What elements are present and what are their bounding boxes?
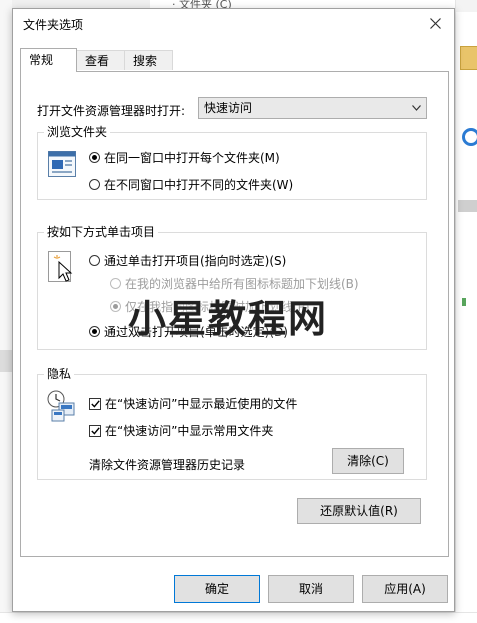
click-option-single-label: 通过单击打开项目(指向时选定)(S) [104,254,287,268]
radio-underline-point[interactable] [110,301,121,312]
tab-general[interactable]: 常规 [20,48,77,72]
dialog-title: 文件夹选项 [23,18,84,32]
title-bar: 文件夹选项 [13,9,454,39]
radio-double-click[interactable] [89,326,100,337]
check-icon [90,399,100,408]
click-option-single[interactable]: 通过单击打开项目(指向时选定)(S) [89,252,286,269]
browse-option-same-window[interactable]: 在同一窗口中打开每个文件夹(M) [89,149,280,166]
cancel-button[interactable]: 取消 [268,575,354,603]
tab-view[interactable]: 查看 [76,50,125,70]
open-explorer-label: 打开文件资源管理器时打开: [37,104,186,118]
open-explorer-value: 快速访问 [204,101,253,115]
apply-button[interactable]: 应用(A) [362,575,448,603]
close-icon [429,17,441,29]
folder-icon [460,46,477,70]
ring-icon [462,128,477,146]
privacy-check-recent-files[interactable]: 在“快速访问”中显示最近使用的文件 [89,395,297,412]
tab-search[interactable]: 搜索 [124,50,173,70]
background-left-strip [0,0,12,622]
pointer-icon [48,251,73,282]
close-button[interactable] [422,12,448,34]
radio-underline-always[interactable] [110,278,121,289]
radio-same-window[interactable] [89,152,100,163]
privacy-check-frequent-folders-label: 在“快速访问”中显示常用文件夹 [105,424,274,438]
watermark-text: 小星教程网 [128,297,329,341]
check-icon [90,426,100,435]
click-items-title: 按如下方式单击项目 [44,225,159,239]
clear-history-button[interactable]: 清除(C) [332,448,404,474]
privacy-check-recent-files-label: 在“快速访问”中显示最近使用的文件 [105,397,298,411]
chevron-down-icon [412,105,421,111]
browse-folders-title: 浏览文件夹 [44,125,111,139]
checkbox-recent-files[interactable] [89,397,101,410]
restore-defaults-button[interactable]: 还原默认值(R) [297,498,421,524]
window-icon [48,151,76,177]
background-right-strip [455,0,477,622]
privacy-title: 隐私 [44,367,75,381]
checkbox-frequent-folders[interactable] [89,424,101,437]
radio-new-window[interactable] [89,179,100,190]
open-explorer-select[interactable]: 快速访问 [198,97,427,119]
background-bottom-strip [0,612,477,623]
browse-folders-group: 浏览文件夹 在同一窗口中打开每个文件夹(M) 在不同窗口中打开不同的文件夹(W) [37,125,427,200]
privacy-group: 隐私 在“快速访问”中显示最近使用的文件 在“快速访问”中显示常用文件夹 清除文… [37,367,427,480]
radio-single-click[interactable] [89,255,100,266]
browse-option-new-window[interactable]: 在不同窗口中打开不同的文件夹(W) [89,176,293,193]
privacy-check-frequent-folders[interactable]: 在“快速访问”中显示常用文件夹 [89,422,273,439]
browse-option-same-window-label: 在同一窗口中打开每个文件夹(M) [104,151,280,165]
browse-option-new-window-label: 在不同窗口中打开不同的文件夹(W) [104,178,294,192]
clear-history-label: 清除文件资源管理器历史记录 [89,458,246,472]
background-gray-block [458,200,477,212]
background-green-mark [462,298,466,306]
background-right-top [456,0,477,12]
history-icon [47,390,75,422]
ok-button[interactable]: 确定 [174,575,260,603]
background-block [0,350,12,372]
